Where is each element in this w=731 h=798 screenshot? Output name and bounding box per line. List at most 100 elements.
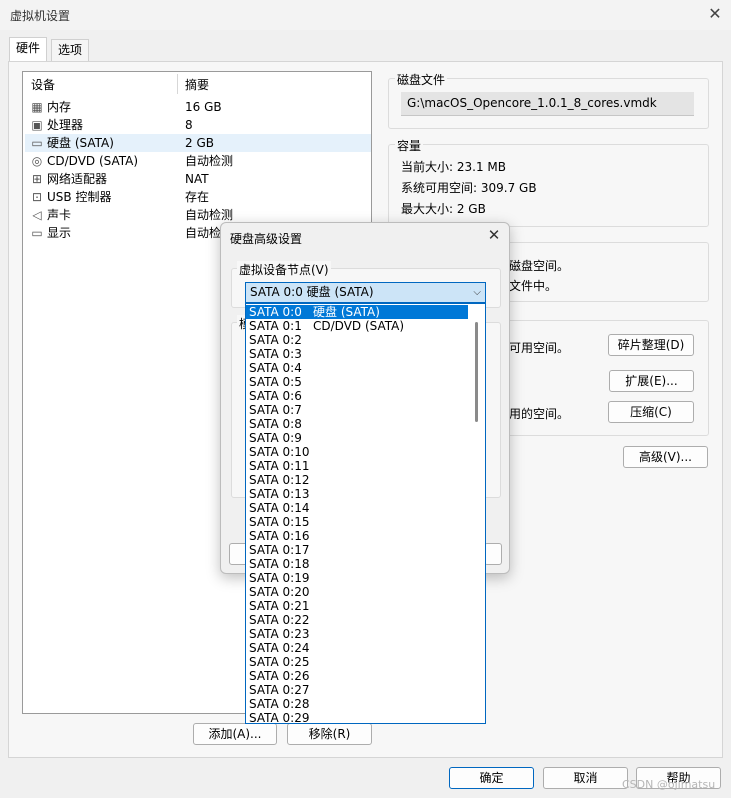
advanced-button[interactable]: 高级(V)... (623, 446, 708, 468)
node-option-label: SATA 0:19 (249, 571, 310, 585)
node-option[interactable]: SATA 0:4 (246, 361, 468, 375)
node-option[interactable]: SATA 0:17 (246, 543, 468, 557)
device-name: USB 控制器 (47, 190, 112, 204)
node-option-label: SATA 0:0 (249, 305, 302, 319)
device-column-header[interactable]: 设备 (31, 76, 55, 96)
node-option[interactable]: SATA 0:6 (246, 389, 468, 403)
node-option-label: SATA 0:12 (249, 473, 310, 487)
device-summary: 存在 (185, 190, 210, 204)
node-option-label: SATA 0:6 (249, 389, 302, 403)
device-row-usb[interactable]: ⊡ USB 控制器 存在 (25, 188, 371, 206)
device-summary: NAT (185, 172, 209, 186)
tab-hardware[interactable]: 硬件 (9, 37, 48, 62)
device-name: 内存 (47, 100, 72, 114)
node-option[interactable]: SATA 0:25 (246, 655, 468, 669)
node-option[interactable]: SATA 0:19 (246, 571, 468, 585)
node-option[interactable]: SATA 0:2 (246, 333, 468, 347)
device-name: 网络适配器 (47, 172, 108, 186)
dialog-cancel-button-partial[interactable] (484, 543, 502, 565)
virtual-node-options-list[interactable]: SATA 0:0 硬盘 (SATA) SATA 0:1 CD/DVD (SATA) SA… (245, 303, 486, 724)
node-option-label: SATA 0:4 (249, 361, 302, 375)
max-size-text: 最大大小: 2 GB (401, 202, 486, 216)
node-option[interactable]: SATA 0:0 硬盘 (SATA) (246, 305, 468, 319)
usb-icon: ⊡ (31, 190, 43, 204)
device-summary: 16 GB (185, 100, 222, 114)
capacity-title: 容量 (395, 137, 424, 154)
ok-button[interactable]: 确定 (449, 767, 534, 789)
cancel-button[interactable]: 取消 (543, 767, 628, 789)
remove-device-button[interactable]: 移除(R) (287, 723, 372, 745)
node-option-label: SATA 0:15 (249, 515, 310, 529)
node-option[interactable]: SATA 0:27 (246, 683, 468, 697)
device-row-cpu[interactable]: ▣ 处理器 8 (25, 116, 371, 134)
selected-node-value: SATA 0:0 硬盘 (SATA) (250, 285, 374, 299)
dialog-title: 硬盘高级设置 (230, 232, 303, 246)
defragment-button[interactable]: 碎片整理(D) (608, 334, 694, 356)
node-option[interactable]: SATA 0:15 (246, 515, 468, 529)
close-icon[interactable]: ✕ (705, 4, 725, 24)
node-option[interactable]: SATA 0:16 (246, 529, 468, 543)
device-name: CD/DVD (SATA) (47, 154, 139, 168)
node-option-label: SATA 0:7 (249, 403, 302, 417)
cd-icon: ◎ (31, 154, 43, 168)
node-option[interactable]: SATA 0:8 (246, 417, 468, 431)
node-option-device: CD/DVD (SATA) (313, 319, 405, 333)
node-option-label: SATA 0:23 (249, 627, 310, 641)
device-row-memory[interactable]: ▦ 内存 16 GB (25, 98, 371, 116)
node-option[interactable]: SATA 0:5 (246, 375, 468, 389)
node-option[interactable]: SATA 0:12 (246, 473, 468, 487)
node-option[interactable]: SATA 0:28 (246, 697, 468, 711)
disk-file-path[interactable]: G:\macOS_Opencore_1.0.1_8_cores.vmdk (401, 92, 694, 116)
virtual-node-select[interactable]: SATA 0:0 硬盘 (SATA) ⌵ (245, 282, 486, 303)
memory-icon: ▦ (31, 100, 43, 114)
column-divider[interactable] (177, 74, 178, 94)
node-option-label: SATA 0:10 (249, 445, 310, 459)
hard-disk-icon: ▭ (31, 136, 43, 150)
node-option[interactable]: SATA 0:14 (246, 501, 468, 515)
options-scrollbar[interactable] (470, 308, 484, 722)
node-option[interactable]: SATA 0:3 (246, 347, 468, 361)
node-option[interactable]: SATA 0:22 (246, 613, 468, 627)
node-option[interactable]: SATA 0:18 (246, 557, 468, 571)
device-summary: 8 (185, 118, 193, 132)
compact-button[interactable]: 压缩(C) (608, 401, 694, 423)
node-option-label: SATA 0:8 (249, 417, 302, 431)
node-option[interactable]: SATA 0:20 (246, 585, 468, 599)
node-option-label: SATA 0:20 (249, 585, 310, 599)
node-option[interactable]: SATA 0:11 (246, 459, 468, 473)
node-option[interactable]: SATA 0:13 (246, 487, 468, 501)
device-name: 处理器 (47, 118, 84, 132)
tab-options[interactable]: 选项 (51, 39, 90, 61)
node-option[interactable]: SATA 0:26 (246, 669, 468, 683)
compact-description: 用的空间。 (509, 407, 570, 421)
node-option[interactable]: SATA 0:21 (246, 599, 468, 613)
disk-info-line1: 磁盘空间。 (509, 259, 570, 273)
node-option[interactable]: SATA 0:9 (246, 431, 468, 445)
title-bar (0, 0, 731, 30)
disk-info-line2: 文件中。 (509, 279, 558, 293)
summary-column-header[interactable]: 摘要 (185, 76, 209, 96)
node-option-label: SATA 0:25 (249, 655, 310, 669)
speaker-icon: ◁ (32, 208, 42, 222)
device-name: 硬盘 (SATA) (47, 136, 114, 150)
node-option-label: SATA 0:29 (249, 711, 310, 724)
node-option-label: SATA 0:28 (249, 697, 310, 711)
node-option[interactable]: SATA 0:7 (246, 403, 468, 417)
chevron-down-icon: ⌵ (473, 287, 481, 298)
node-option[interactable]: SATA 0:23 (246, 627, 468, 641)
expand-button[interactable]: 扩展(E)... (609, 370, 694, 392)
node-option[interactable]: SATA 0:10 (246, 445, 468, 459)
device-row-network[interactable]: ⊞ 网络适配器 NAT (25, 170, 371, 188)
node-option[interactable]: SATA 0:29 (246, 711, 468, 724)
close-icon[interactable]: ✕ (485, 226, 503, 244)
device-summary: 自动检测 (185, 154, 234, 168)
scrollbar-thumb[interactable] (475, 322, 478, 422)
node-option[interactable]: SATA 0:1 CD/DVD (SATA) (246, 319, 468, 333)
monitor-icon: ▭ (31, 226, 43, 240)
node-option-label: SATA 0:1 (249, 319, 302, 333)
device-row-cd-dvd[interactable]: ◎ CD/DVD (SATA) 自动检测 (25, 152, 371, 170)
add-device-button[interactable]: 添加(A)... (193, 723, 277, 745)
device-name: 显示 (47, 226, 72, 240)
node-option[interactable]: SATA 0:24 (246, 641, 468, 655)
device-row-hard-disk[interactable]: ▭ 硬盘 (SATA) 2 GB (25, 134, 371, 152)
